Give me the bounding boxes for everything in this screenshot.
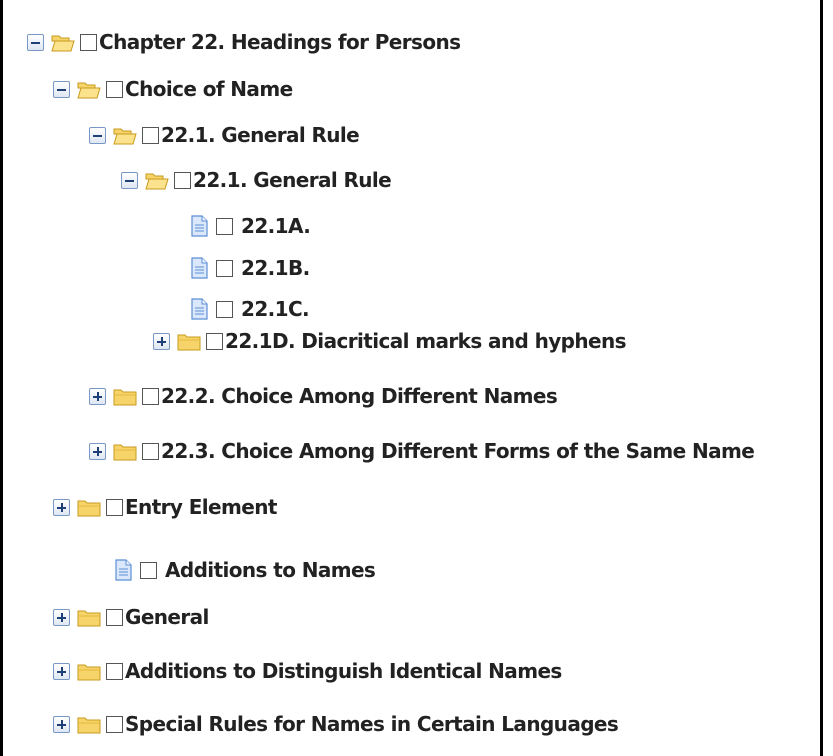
expand-toggle-icon[interactable] [53, 662, 70, 680]
tree-node[interactable]: 22.2. Choice Among Different Names [89, 381, 558, 411]
folder-icon [77, 664, 101, 680]
collapse-toggle-icon[interactable] [27, 33, 44, 51]
expand-toggle-icon[interactable] [153, 332, 170, 350]
folder-icon [77, 717, 101, 733]
node-checkbox[interactable] [80, 33, 97, 51]
tree-node[interactable]: 22.1C. [191, 294, 310, 324]
tree-node[interactable]: 22.1B. [191, 253, 310, 283]
folder-icon [77, 610, 101, 626]
open-folder-icon [113, 128, 137, 144]
tree-node[interactable]: General [53, 602, 209, 632]
node-label[interactable]: 22.1. General Rule [193, 168, 392, 192]
node-checkbox[interactable] [216, 259, 233, 277]
tree-node[interactable]: 22.1. General Rule [89, 120, 360, 150]
tree-node[interactable]: Additions to Names [115, 555, 376, 585]
folder-icon [177, 334, 201, 350]
node-label[interactable]: 22.1. General Rule [161, 123, 360, 147]
document-icon [115, 559, 132, 581]
tree-node[interactable]: 22.1A. [191, 211, 311, 241]
node-label[interactable]: 22.1A. [241, 214, 311, 238]
collapse-toggle-icon[interactable] [89, 126, 106, 144]
node-label[interactable]: 22.3. Choice Among Different Forms of th… [161, 439, 755, 463]
tree-node[interactable]: 22.3. Choice Among Different Forms of th… [89, 436, 755, 466]
node-checkbox[interactable] [106, 662, 123, 680]
node-checkbox[interactable] [142, 126, 159, 144]
folder-icon [113, 444, 137, 460]
node-label[interactable]: Additions to Distinguish Identical Names [125, 659, 562, 683]
folder-icon [77, 500, 101, 516]
node-label[interactable]: 22.2. Choice Among Different Names [161, 384, 558, 408]
node-checkbox[interactable] [142, 442, 159, 460]
node-checkbox[interactable] [142, 387, 159, 405]
node-checkbox[interactable] [216, 217, 233, 235]
tree-node[interactable]: 22.1D. Diacritical marks and hyphens [153, 326, 627, 356]
node-label[interactable]: 22.1B. [241, 256, 310, 280]
tree-node[interactable]: Choice of Name [53, 74, 293, 104]
tree-node[interactable]: 22.1. General Rule [121, 165, 392, 195]
node-checkbox[interactable] [174, 171, 191, 189]
document-icon [191, 298, 208, 320]
expand-toggle-icon[interactable] [53, 608, 70, 626]
expand-toggle-icon[interactable] [89, 387, 106, 405]
tree-panel: Chapter 22. Headings for Persons Choice … [0, 0, 823, 756]
document-icon [191, 257, 208, 279]
open-folder-icon [145, 173, 169, 189]
tree-node[interactable]: Entry Element [53, 492, 277, 522]
node-label[interactable]: 22.1D. Diacritical marks and hyphens [225, 329, 627, 353]
node-checkbox[interactable] [206, 332, 223, 350]
expand-toggle-icon[interactable] [53, 498, 70, 516]
tree-node[interactable]: Additions to Distinguish Identical Names [53, 656, 562, 686]
tree-node[interactable]: Special Rules for Names in Certain Langu… [53, 709, 619, 739]
node-label[interactable]: Entry Element [125, 495, 277, 519]
node-label[interactable]: General [125, 605, 209, 629]
expand-toggle-icon[interactable] [53, 715, 70, 733]
node-label[interactable]: Choice of Name [125, 77, 293, 101]
open-folder-icon [77, 82, 101, 98]
folder-icon [113, 389, 137, 405]
node-label[interactable]: Additions to Names [165, 558, 376, 582]
collapse-toggle-icon[interactable] [121, 171, 138, 189]
node-label[interactable]: 22.1C. [241, 297, 310, 321]
node-checkbox[interactable] [140, 561, 157, 579]
node-checkbox[interactable] [106, 80, 123, 98]
document-icon [191, 215, 208, 237]
collapse-toggle-icon[interactable] [53, 80, 70, 98]
expand-toggle-icon[interactable] [89, 442, 106, 460]
node-label[interactable]: Chapter 22. Headings for Persons [99, 30, 461, 54]
node-checkbox[interactable] [106, 608, 123, 626]
tree-node[interactable]: Chapter 22. Headings for Persons [27, 27, 461, 57]
node-checkbox[interactable] [106, 715, 123, 733]
node-checkbox[interactable] [106, 498, 123, 516]
open-folder-icon [51, 35, 75, 51]
node-checkbox[interactable] [216, 300, 233, 318]
node-label[interactable]: Special Rules for Names in Certain Langu… [125, 712, 619, 736]
